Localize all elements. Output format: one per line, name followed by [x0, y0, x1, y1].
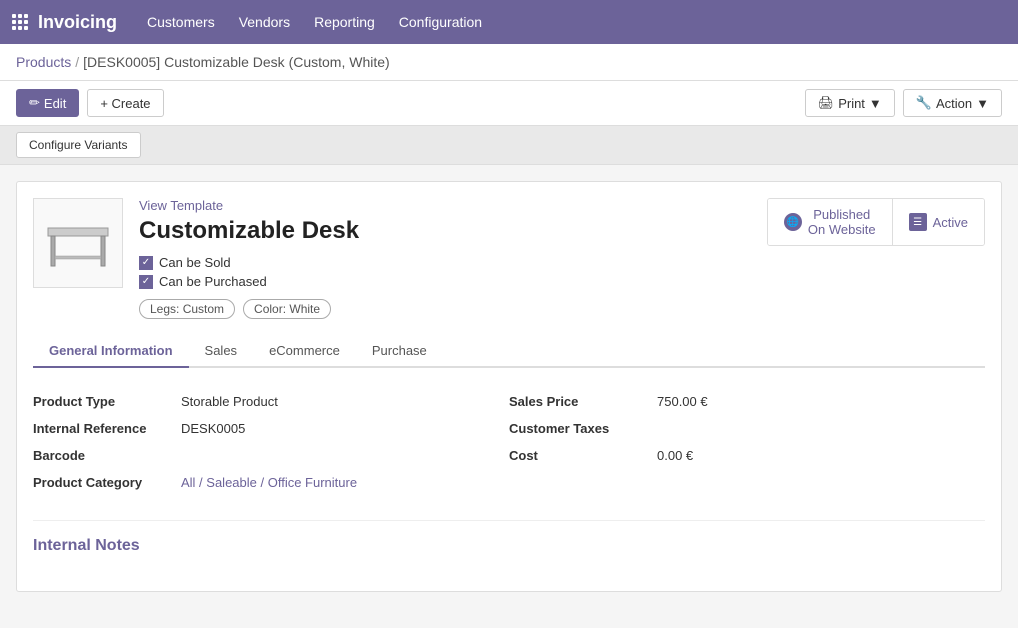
create-button[interactable]: + Create	[87, 89, 163, 117]
field-barcode-label: Barcode	[33, 448, 173, 463]
app-name: Invoicing	[38, 12, 117, 33]
field-sales-price: Sales Price 750.00 €	[509, 388, 985, 415]
can-be-purchased-label: Can be Purchased	[159, 274, 267, 289]
product-card: 🌐 PublishedOn Website ☰ Active	[16, 181, 1002, 592]
main-menu: Customers Vendors Reporting Configuratio…	[147, 14, 482, 30]
field-internal-reference-label: Internal Reference	[33, 421, 173, 436]
product-image[interactable]	[33, 198, 123, 288]
field-product-category: Product Category All / Saleable / Office…	[33, 469, 509, 496]
field-barcode: Barcode	[33, 442, 509, 469]
tab-sales[interactable]: Sales	[189, 335, 254, 368]
field-sales-price-value: 750.00 €	[657, 394, 708, 409]
navbar: Invoicing Customers Vendors Reporting Co…	[0, 0, 1018, 44]
field-cost: Cost 0.00 €	[509, 442, 985, 469]
tab-purchase[interactable]: Purchase	[356, 335, 443, 368]
published-status-button[interactable]: 🌐 PublishedOn Website	[768, 199, 893, 245]
toolbar-left: ✏ Edit + Create	[16, 89, 164, 117]
product-category-link[interactable]: All / Saleable / Office Furniture	[181, 475, 357, 490]
field-customer-taxes-label: Customer Taxes	[509, 421, 649, 436]
field-cost-value: 0.00 €	[657, 448, 693, 463]
fields-col-left: Product Type Storable Product Internal R…	[33, 388, 509, 496]
breadcrumb-parent[interactable]: Products	[16, 54, 71, 70]
print-button[interactable]: 🖨 Print ▼	[805, 89, 895, 117]
field-product-type-label: Product Type	[33, 394, 173, 409]
variant-tag-legs[interactable]: Legs: Custom	[139, 299, 235, 319]
field-internal-reference: Internal Reference DESK0005	[33, 415, 509, 442]
can-be-sold-label: Can be Sold	[159, 255, 231, 270]
status-bar: 🌐 PublishedOn Website ☰ Active	[767, 198, 985, 246]
print-icon: 🖨	[818, 95, 835, 111]
field-product-category-value: All / Saleable / Office Furniture	[181, 475, 357, 490]
globe-icon: 🌐	[784, 213, 802, 231]
app-brand[interactable]: Invoicing	[12, 12, 117, 33]
menu-customers[interactable]: Customers	[147, 14, 215, 30]
field-customer-taxes: Customer Taxes	[509, 415, 985, 442]
menu-configuration[interactable]: Configuration	[399, 14, 482, 30]
can-be-sold-row: ✓ Can be Sold	[139, 255, 985, 270]
menu-reporting[interactable]: Reporting	[314, 14, 375, 30]
toolbar-right: 🖨 Print ▼ 🔧 Action ▼	[805, 89, 1002, 117]
breadcrumb-current: [DESK0005] Customizable Desk (Custom, Wh…	[83, 54, 390, 70]
breadcrumb-separator: /	[75, 54, 79, 70]
grid-icon	[12, 14, 28, 30]
edit-icon: ✏	[29, 95, 40, 111]
configure-variants-button[interactable]: Configure Variants	[16, 132, 141, 158]
can-be-purchased-checkbox[interactable]: ✓	[139, 275, 153, 289]
field-cost-label: Cost	[509, 448, 649, 463]
active-label: Active	[933, 215, 968, 230]
field-product-type-value: Storable Product	[181, 394, 278, 409]
toolbar: ✏ Edit + Create 🖨 Print ▼ 🔧 Action ▼	[0, 81, 1018, 126]
tab-general-information[interactable]: General Information	[33, 335, 189, 368]
field-product-type: Product Type Storable Product	[33, 388, 509, 415]
main-content: 🌐 PublishedOn Website ☰ Active	[0, 165, 1018, 608]
tab-ecommerce[interactable]: eCommerce	[253, 335, 356, 368]
can-be-sold-checkbox[interactable]: ✓	[139, 256, 153, 270]
tab-content-general: Product Type Storable Product Internal R…	[33, 368, 985, 575]
internal-notes-title: Internal Notes	[33, 537, 985, 555]
print-chevron-icon: ▼	[869, 96, 882, 111]
sub-toolbar: Configure Variants	[0, 126, 1018, 165]
published-label: PublishedOn Website	[808, 207, 876, 237]
checkboxes: ✓ Can be Sold ✓ Can be Purchased	[139, 255, 985, 289]
product-image-svg	[43, 208, 113, 278]
breadcrumb: Products / [DESK0005] Customizable Desk …	[0, 44, 1018, 81]
edit-button[interactable]: ✏ Edit	[16, 89, 79, 117]
menu-vendors[interactable]: Vendors	[239, 14, 290, 30]
toggle-icon: ☰	[909, 213, 927, 231]
action-chevron-icon: ▼	[976, 96, 989, 111]
internal-notes: Internal Notes	[33, 520, 985, 555]
fields-col-right: Sales Price 750.00 € Customer Taxes Cost…	[509, 388, 985, 496]
fields-grid: Product Type Storable Product Internal R…	[33, 388, 985, 496]
action-button[interactable]: 🔧 Action ▼	[903, 89, 1002, 117]
field-sales-price-label: Sales Price	[509, 394, 649, 409]
field-internal-reference-value: DESK0005	[181, 421, 245, 436]
action-icon: 🔧	[916, 95, 932, 111]
variant-tags: Legs: Custom Color: White	[139, 299, 985, 319]
view-template-link[interactable]: View Template	[139, 198, 223, 213]
tabs: General Information Sales eCommerce Purc…	[33, 335, 985, 368]
field-product-category-label: Product Category	[33, 475, 173, 490]
can-be-purchased-row: ✓ Can be Purchased	[139, 274, 985, 289]
active-status-button[interactable]: ☰ Active	[893, 199, 984, 245]
variant-tag-color[interactable]: Color: White	[243, 299, 331, 319]
